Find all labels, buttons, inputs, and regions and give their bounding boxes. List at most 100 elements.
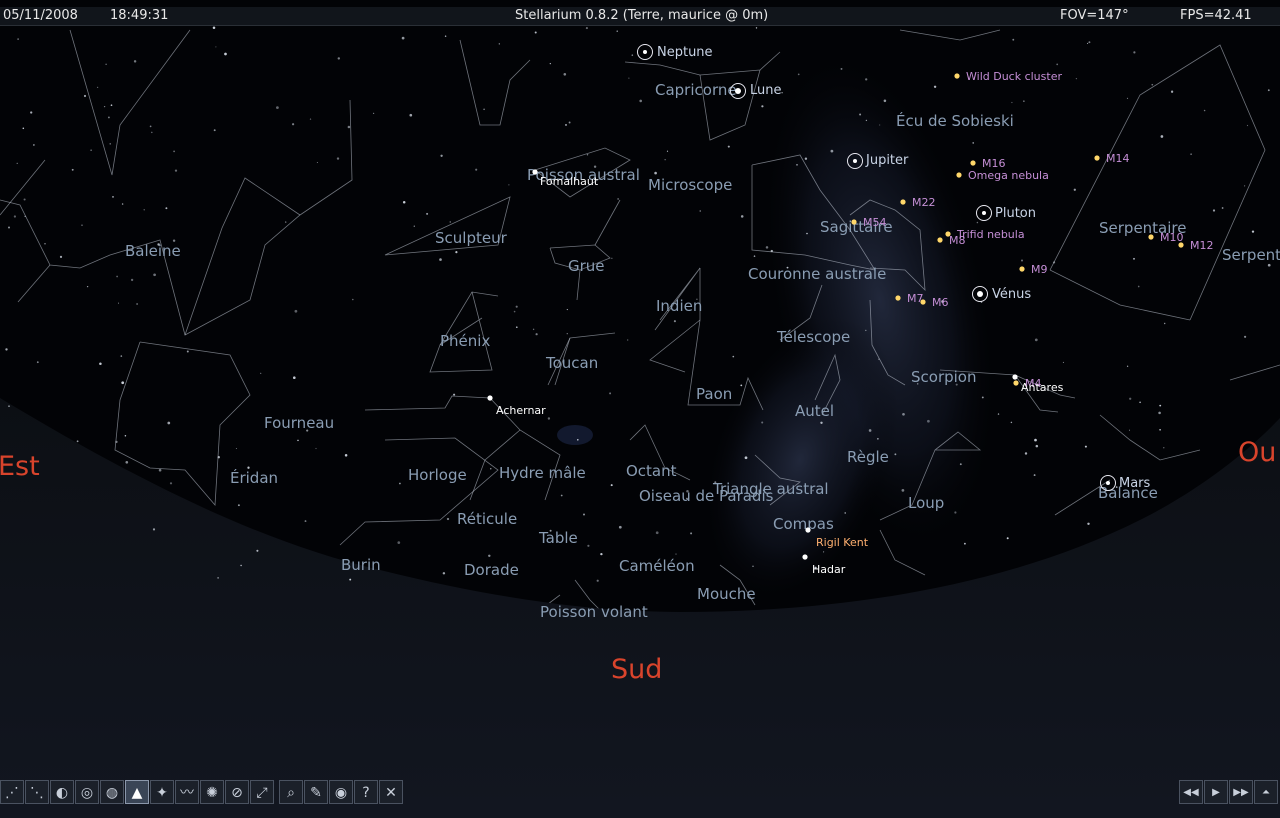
star (901, 489, 905, 492)
nebula-marker[interactable] (1148, 234, 1154, 240)
fps-display: FPS=42.41 (1180, 8, 1252, 23)
nebula-label[interactable]: M10 (1160, 231, 1184, 244)
star (1159, 428, 1161, 431)
date-display: 05/11/2008 (3, 8, 78, 23)
nebula-marker[interactable] (954, 73, 960, 79)
constellation-label: Scorpion (911, 368, 977, 386)
constellation-names-icon[interactable]: ⋱ (25, 780, 49, 804)
nebula-label[interactable]: M14 (1106, 152, 1130, 165)
star (976, 221, 979, 224)
nebula-marker[interactable] (945, 231, 951, 237)
star (868, 429, 872, 432)
star (534, 31, 537, 34)
bright-star[interactable] (805, 527, 811, 533)
ground-icon[interactable]: ▲ (125, 780, 149, 804)
planet-disk (643, 50, 647, 54)
nebula-label[interactable]: M9 (1031, 263, 1048, 276)
nebula-label[interactable]: M6 (932, 296, 949, 309)
nebula-marker[interactable] (920, 299, 926, 305)
atmosphere-icon[interactable]: 〰 (175, 780, 199, 804)
center-selected-icon[interactable]: ⤢ (250, 780, 274, 804)
star (844, 512, 846, 514)
star-label[interactable]: Rigil Kent (816, 536, 869, 549)
star-label[interactable]: Fomalhaut (540, 175, 599, 188)
bright-star[interactable] (487, 395, 493, 401)
planet-label[interactable]: Mars (1119, 476, 1151, 491)
planet-label[interactable]: Neptune (657, 45, 713, 60)
night-mode-icon[interactable]: ◉ (329, 780, 353, 804)
now-icon[interactable]: ⏶ (1254, 780, 1278, 804)
quit-icon[interactable]: ✕ (379, 780, 403, 804)
nebula-marker[interactable] (1019, 266, 1025, 272)
nebula-marker[interactable] (895, 295, 901, 301)
star (796, 164, 798, 166)
star (402, 200, 406, 204)
constellation-label: Caméléon (619, 557, 695, 575)
star (740, 215, 744, 218)
star-label[interactable]: Antares (1021, 381, 1064, 394)
star (446, 517, 450, 521)
star (1221, 207, 1224, 209)
star (513, 310, 516, 313)
nebula-marker[interactable] (937, 237, 943, 243)
constellation-label: Table (538, 529, 578, 547)
star (409, 113, 413, 117)
nebula-marker[interactable] (1178, 242, 1184, 248)
star (628, 77, 630, 79)
nebula-marker[interactable] (851, 219, 857, 225)
planet-label[interactable]: Jupiter (865, 153, 909, 168)
constellation-lines-icon[interactable]: ⋰ (0, 780, 24, 804)
bright-star[interactable] (802, 554, 808, 560)
star (563, 73, 567, 76)
nebulae-icon[interactable]: ✺ (200, 780, 224, 804)
star (1034, 438, 1037, 442)
nebula-marker[interactable] (900, 199, 906, 205)
constellation-label: Paon (696, 385, 732, 403)
constellation-label: Autel (795, 402, 834, 420)
nebula-label[interactable]: M22 (912, 196, 936, 209)
nebula-marker[interactable] (956, 172, 962, 178)
nebula-label[interactable]: Omega nebula (968, 169, 1049, 182)
constellation-label: Burin (341, 556, 381, 574)
azimuthal-grid-icon[interactable]: ◎ (75, 780, 99, 804)
nebula-marker[interactable] (970, 160, 976, 166)
star (1163, 322, 1166, 325)
star (71, 168, 74, 171)
nebula-label[interactable]: Wild Duck cluster (966, 70, 1062, 83)
planet-label[interactable]: Vénus (992, 287, 1031, 302)
star (865, 329, 867, 332)
config-icon[interactable]: ✎ (304, 780, 328, 804)
star (1129, 397, 1132, 400)
star-label[interactable]: Achernar (496, 404, 546, 417)
star (883, 99, 887, 103)
constellation-label: Microscope (648, 176, 732, 194)
nebula-marker[interactable] (1013, 380, 1019, 386)
rewind-icon[interactable]: ◀◀ (1179, 780, 1203, 804)
sky-view[interactable]: CapricorneÉcu de SobieskiPoisson austral… (0, 0, 1280, 818)
help-icon[interactable]: ? (354, 780, 378, 804)
planet-disk (977, 291, 983, 297)
star (213, 129, 216, 132)
planet-label[interactable]: Lune (750, 83, 782, 98)
bright-star[interactable] (532, 169, 538, 175)
star-label[interactable]: Hadar (812, 563, 846, 576)
search-icon[interactable]: ⌕ (279, 780, 303, 804)
window-title: Stellarium 0.8.2 (Terre, maurice @ 0m) (515, 8, 769, 23)
equatorial-mount-icon[interactable]: ⊘ (225, 780, 249, 804)
nebula-marker[interactable] (1094, 155, 1100, 161)
star (840, 67, 843, 70)
nebula-label[interactable]: M54 (863, 216, 887, 229)
realtime-icon[interactable]: ▶ (1204, 780, 1228, 804)
star (753, 255, 756, 257)
star (439, 258, 442, 261)
equatorial-grid-icon[interactable]: ◍ (100, 780, 124, 804)
cardinal-west: Ou (1238, 437, 1277, 468)
cardinal-points-icon[interactable]: ✦ (150, 780, 174, 804)
star (1011, 101, 1013, 104)
nebula-label[interactable]: M12 (1190, 239, 1214, 252)
constellation-art-icon[interactable]: ◐ (50, 780, 74, 804)
nebula-label[interactable]: Trifid nebula (956, 228, 1025, 241)
fast-forward-icon[interactable]: ▶▶ (1229, 780, 1253, 804)
bright-star[interactable] (1012, 374, 1018, 380)
planet-label[interactable]: Pluton (995, 206, 1036, 221)
